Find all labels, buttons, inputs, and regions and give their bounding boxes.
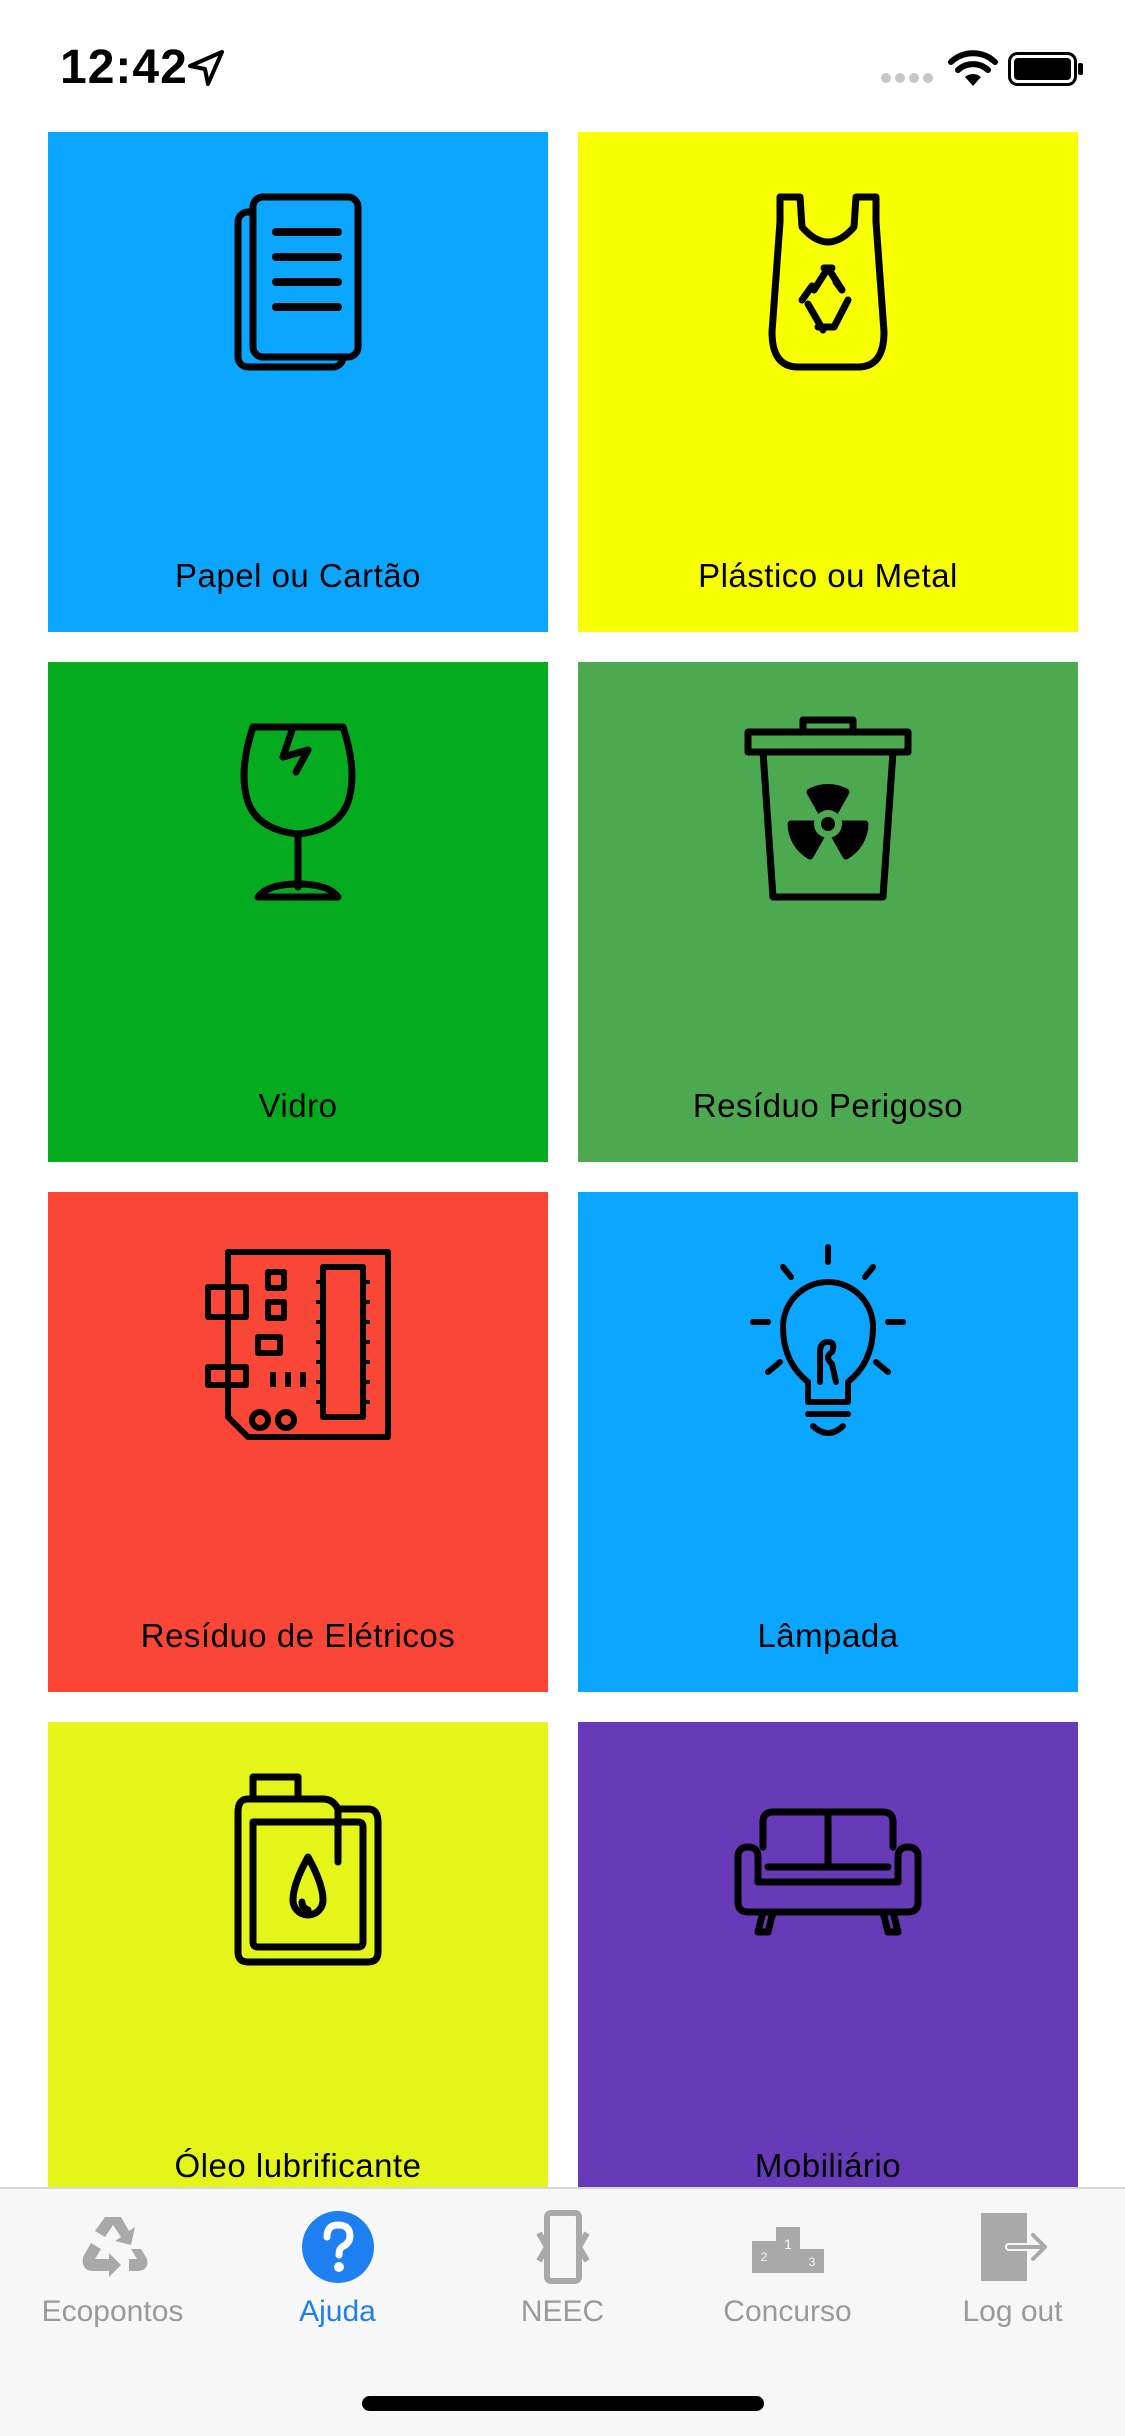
category-grid: Papel ou Cartão Plástico ou Metal Vidro — [0, 132, 1125, 2187]
category-tile-perigoso[interactable]: Resíduo Perigoso — [578, 662, 1078, 1162]
category-tile-mobiliario[interactable]: Mobiliário — [578, 1722, 1078, 2187]
category-label: Óleo lubrificante — [174, 2147, 422, 2184]
category-tile-eletricos[interactable]: Resíduo de Elétricos — [48, 1192, 548, 1692]
light-bulb-icon — [750, 1244, 906, 1436]
svg-text:1: 1 — [784, 2236, 792, 2252]
tab-label: Ajuda — [299, 2295, 376, 2328]
home-indicator — [362, 2396, 764, 2411]
category-label: Vidro — [258, 1087, 338, 1124]
battery-icon — [1008, 52, 1083, 86]
category-tile-vidro[interactable]: Vidro — [48, 662, 548, 1162]
podium-icon: 1 2 3 — [752, 2227, 824, 2273]
cellular-signal-icon — [881, 73, 933, 83]
tab-label: Concurso — [723, 2295, 852, 2328]
category-tile-plastico[interactable]: Plástico ou Metal — [578, 132, 1078, 632]
plastic-bag-recycle-icon — [768, 193, 888, 371]
status-time: 12:42 — [60, 41, 188, 94]
tab-label: NEEC — [520, 2295, 605, 2328]
hazardous-bin-icon — [744, 716, 912, 901]
broken-glass-icon — [240, 723, 356, 901]
category-label: Papel ou Cartão — [175, 557, 421, 594]
tab-ecopontos[interactable]: Ecopontos — [0, 2189, 225, 2349]
svg-text:2: 2 — [761, 2250, 768, 2264]
help-question-icon — [302, 2211, 374, 2283]
tab-logout[interactable]: Log out — [900, 2189, 1125, 2349]
phone-icon — [536, 2210, 590, 2284]
category-label: Resíduo de Elétricos — [140, 1617, 456, 1654]
wifi-icon — [948, 50, 998, 86]
sofa-icon — [734, 1808, 922, 1936]
tab-concurso[interactable]: 1 2 3 Concurso — [675, 2189, 900, 2349]
tab-label: Log out — [962, 2295, 1063, 2328]
tab-ajuda[interactable]: Ajuda — [225, 2189, 450, 2349]
category-label: Resíduo Perigoso — [692, 1087, 964, 1124]
location-arrow-icon — [188, 50, 224, 86]
oil-canister-icon — [234, 1773, 382, 1966]
tab-label: Ecopontos — [41, 2295, 184, 2328]
circuit-board-icon — [205, 1249, 391, 1440]
paper-documents-icon — [234, 193, 362, 371]
svg-text:3: 3 — [809, 2255, 816, 2269]
category-tile-lampada[interactable]: Lâmpada — [578, 1192, 1078, 1692]
status-bar: 12:42 — [0, 0, 1125, 132]
recycle-icon — [82, 2217, 148, 2277]
category-label: Plástico ou Metal — [698, 557, 958, 594]
category-label: Mobiliário — [754, 2147, 902, 2184]
category-label: Lâmpada — [757, 1617, 899, 1654]
logout-icon — [981, 2213, 1049, 2281]
category-tile-oleo[interactable]: Óleo lubrificante — [48, 1722, 548, 2187]
category-tile-papel[interactable]: Papel ou Cartão — [48, 132, 548, 632]
tab-neec[interactable]: NEEC — [450, 2189, 675, 2349]
